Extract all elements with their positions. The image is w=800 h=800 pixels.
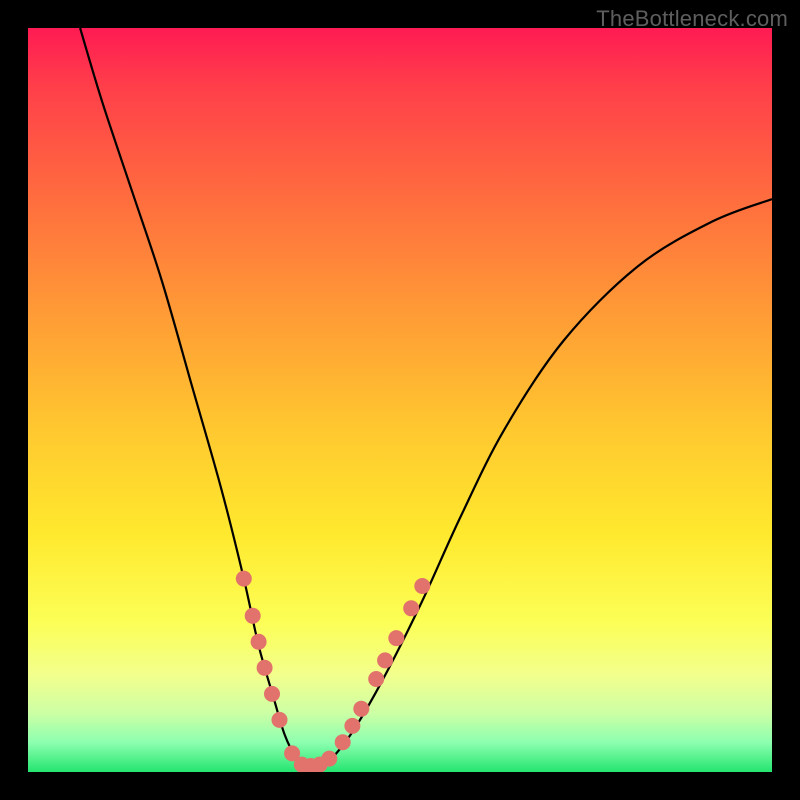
curve-marker bbox=[353, 701, 369, 717]
chart-frame: TheBottleneck.com bbox=[0, 0, 800, 800]
curve-marker bbox=[368, 671, 384, 687]
curve-marker bbox=[321, 751, 337, 767]
curve-marker bbox=[377, 652, 393, 668]
curve-marker bbox=[257, 660, 273, 676]
curve-marker bbox=[344, 718, 360, 734]
bottleneck-curve bbox=[80, 28, 772, 770]
curve-marker bbox=[236, 571, 252, 587]
curve-marker bbox=[245, 608, 261, 624]
curve-marker bbox=[251, 634, 267, 650]
curve-marker bbox=[414, 578, 430, 594]
plot-area bbox=[28, 28, 772, 772]
curve-marker bbox=[335, 734, 351, 750]
curve-marker bbox=[272, 712, 288, 728]
curve-markers bbox=[236, 571, 430, 772]
curve-marker bbox=[388, 630, 404, 646]
curve-marker bbox=[403, 600, 419, 616]
chart-svg bbox=[28, 28, 772, 772]
curve-marker bbox=[264, 686, 280, 702]
